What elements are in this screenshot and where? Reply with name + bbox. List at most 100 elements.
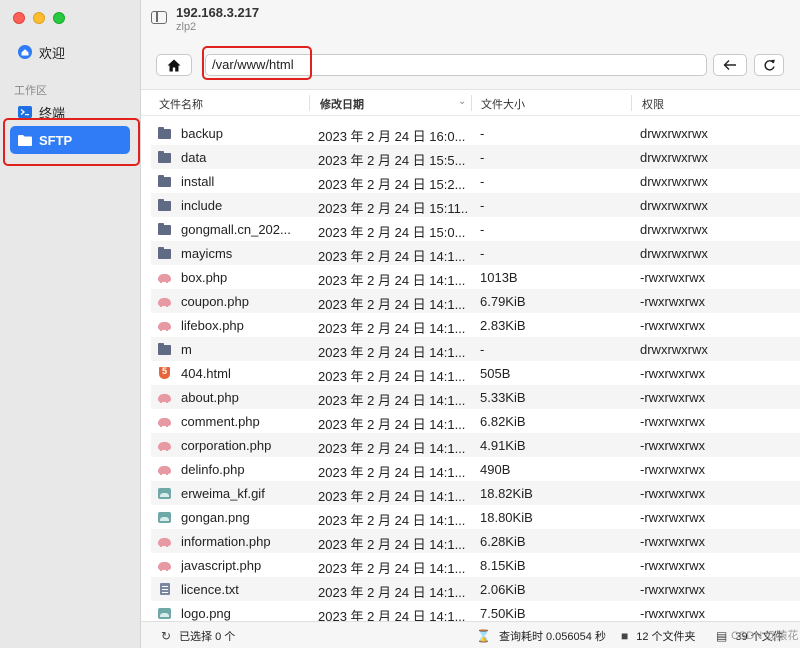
table-row[interactable]: lifebox.php 2023 年 2 月 24 日 14:1... 2.83Ki… <box>151 313 800 337</box>
file-size: 2.06KiB <box>480 582 526 597</box>
file-modified-date: 2023 年 2 月 24 日 14:1... <box>318 441 466 456</box>
file-size: 4.91KiB <box>480 438 526 453</box>
toolbar: /var/www/html <box>141 38 800 90</box>
table-row[interactable]: logo.png 2023 年 2 月 24 日 14:1... 7.50KiB -r… <box>151 601 800 621</box>
file-modified-date: 2023 年 2 月 24 日 14:1... <box>318 561 466 576</box>
file-modified-date: 2023 年 2 月 24 日 14:1... <box>318 249 466 264</box>
column-header-permissions[interactable]: 权限 <box>642 96 664 111</box>
status-bar: ↻ 已选择 0 个 ⌛ 查询耗时 0.056054 秒 ■ 12 个文件夹 ▤ … <box>141 621 800 648</box>
file-permissions: -rwxrwxrwx <box>640 294 705 309</box>
zoom-window-button[interactable] <box>53 12 65 24</box>
file-size: 6.82KiB <box>480 414 526 429</box>
php-icon <box>157 438 172 452</box>
file-list: backup 2023 年 2 月 24 日 16:0... - drwxrwxrwx… <box>141 121 800 621</box>
table-row[interactable]: gongan.png 2023 年 2 月 24 日 14:1... 18.80Ki… <box>151 505 800 529</box>
document-icon: ▤ <box>716 629 728 643</box>
file-modified-date: 2023 年 2 月 24 日 14:1... <box>318 321 466 336</box>
table-row[interactable]: m 2023 年 2 月 24 日 14:1... - drwxrwxrwx <box>151 337 800 361</box>
file-permissions: -rwxrwxrwx <box>640 390 705 405</box>
column-header-name[interactable]: 文件名称 <box>159 96 203 111</box>
terminal-icon <box>18 105 32 119</box>
close-window-button[interactable] <box>13 12 25 24</box>
table-row[interactable]: corporation.php 2023 年 2 月 24 日 14:1... 4.… <box>151 433 800 457</box>
file-modified-date: 2023 年 2 月 24 日 14:1... <box>318 297 466 312</box>
file-name: m <box>181 342 192 357</box>
file-size: 2.83KiB <box>480 318 526 333</box>
house-icon <box>167 59 181 71</box>
workspace-section-label: 工作区 <box>14 85 47 97</box>
file-permissions: -rwxrwxrwx <box>640 366 705 381</box>
column-header-size[interactable]: 文件大小 <box>481 96 525 111</box>
window-controls <box>13 12 65 24</box>
php-icon <box>157 462 172 476</box>
back-button[interactable] <box>713 54 747 76</box>
user-name: zlp2 <box>176 21 197 33</box>
table-row[interactable]: gongmall.cn_202... 2023 年 2 月 24 日 15:0..… <box>151 217 800 241</box>
table-row[interactable]: box.php 2023 年 2 月 24 日 14:1... 1013B -rwxr… <box>151 265 800 289</box>
file-modified-date: 2023 年 2 月 24 日 15:11... <box>318 201 468 216</box>
column-divider[interactable] <box>309 95 310 111</box>
arrow-left-icon <box>723 60 736 70</box>
file-permissions: -rwxrwxrwx <box>640 462 705 477</box>
file-modified-date: 2023 年 2 月 24 日 14:1... <box>318 345 466 360</box>
file-name: logo.png <box>181 606 231 621</box>
sidebar-item-welcome[interactable]: 欢迎 <box>10 40 130 64</box>
file-name: 404.html <box>181 366 231 381</box>
table-row[interactable]: mayicms 2023 年 2 月 24 日 14:1... - drwxrwxrw… <box>151 241 800 265</box>
file-size: 490B <box>480 462 511 477</box>
file-modified-date: 2023 年 2 月 24 日 14:1... <box>318 609 466 621</box>
table-row[interactable]: backup 2023 年 2 月 24 日 16:0... - drwxrwxrwx <box>151 121 800 145</box>
table-row[interactable]: erweima_kf.gif 2023 年 2 月 24 日 14:1... 18.… <box>151 481 800 505</box>
file-permissions: drwxrwxrwx <box>640 174 708 189</box>
file-name: backup <box>181 126 223 141</box>
file-size: 505B <box>480 366 511 381</box>
file-modified-date: 2023 年 2 月 24 日 14:1... <box>318 537 466 552</box>
image-icon <box>157 486 172 500</box>
folder-icon <box>157 222 172 236</box>
file-name: javascript.php <box>181 558 262 573</box>
table-row[interactable]: delinfo.php 2023 年 2 月 24 日 14:1... 490B -r… <box>151 457 800 481</box>
file-permissions: -rwxrwxrwx <box>640 270 705 285</box>
home-icon <box>18 45 32 59</box>
file-name: gongmall.cn_202... <box>181 222 291 237</box>
file-size: - <box>480 198 485 213</box>
sidebar-toggle-icon[interactable] <box>151 11 167 24</box>
minimize-window-button[interactable] <box>33 12 45 24</box>
file-name: erweima_kf.gif <box>181 486 265 501</box>
table-row[interactable]: comment.php 2023 年 2 月 24 日 14:1... 6.82Ki… <box>151 409 800 433</box>
column-header-date[interactable]: 修改日期 <box>320 96 364 111</box>
php-icon <box>157 270 172 284</box>
column-divider[interactable] <box>471 95 472 111</box>
refresh-button[interactable] <box>754 54 784 76</box>
table-row[interactable]: coupon.php 2023 年 2 月 24 日 14:1... 6.79KiB… <box>151 289 800 313</box>
file-modified-date: 2023 年 2 月 24 日 16:0... <box>318 129 466 144</box>
file-size: - <box>480 150 485 165</box>
file-permissions: -rwxrwxrwx <box>640 582 705 597</box>
file-size: 6.79KiB <box>480 294 526 309</box>
file-modified-date: 2023 年 2 月 24 日 14:1... <box>318 369 466 384</box>
home-button[interactable] <box>156 54 192 76</box>
folder-icon <box>157 342 172 356</box>
file-permissions: -rwxrwxrwx <box>640 486 705 501</box>
file-permissions: drwxrwxrwx <box>640 342 708 357</box>
file-size: 6.28KiB <box>480 534 526 549</box>
table-row[interactable]: install 2023 年 2 月 24 日 15:2... - drwxrwxrw… <box>151 169 800 193</box>
column-divider[interactable] <box>631 95 632 111</box>
table-row[interactable]: 404.html 2023 年 2 月 24 日 14:1... 505B -rwxr… <box>151 361 800 385</box>
file-size: 7.50KiB <box>480 606 526 621</box>
table-row[interactable]: licence.txt 2023 年 2 月 24 日 14:1... 2.06Ki… <box>151 577 800 601</box>
file-modified-date: 2023 年 2 月 24 日 14:1... <box>318 465 466 480</box>
table-row[interactable]: about.php 2023 年 2 月 24 日 14:1... 5.33KiB -… <box>151 385 800 409</box>
file-permissions: -rwxrwxrwx <box>640 606 705 621</box>
folder-count-text: 12 个文件夹 <box>636 631 696 643</box>
table-row[interactable]: information.php 2023 年 2 月 24 日 14:1... 6.… <box>151 529 800 553</box>
file-modified-date: 2023 年 2 月 24 日 14:1... <box>318 585 466 600</box>
table-row[interactable]: data 2023 年 2 月 24 日 15:5... - drwxrwxrwx <box>151 145 800 169</box>
php-icon <box>157 414 172 428</box>
table-row[interactable]: include 2023 年 2 月 24 日 15:11... - drwxrwxr… <box>151 193 800 217</box>
chevron-down-icon[interactable]: ⌄ <box>458 96 466 107</box>
file-size: - <box>480 222 485 237</box>
app-window: 欢迎 工作区 终端 SFTP 192.168.3.217 zlp2 /var/w… <box>0 0 800 648</box>
main-panel: 192.168.3.217 zlp2 /var/www/html 文件名称 修改… <box>141 0 800 648</box>
table-row[interactable]: javascript.php 2023 年 2 月 24 日 14:1... 8.1… <box>151 553 800 577</box>
